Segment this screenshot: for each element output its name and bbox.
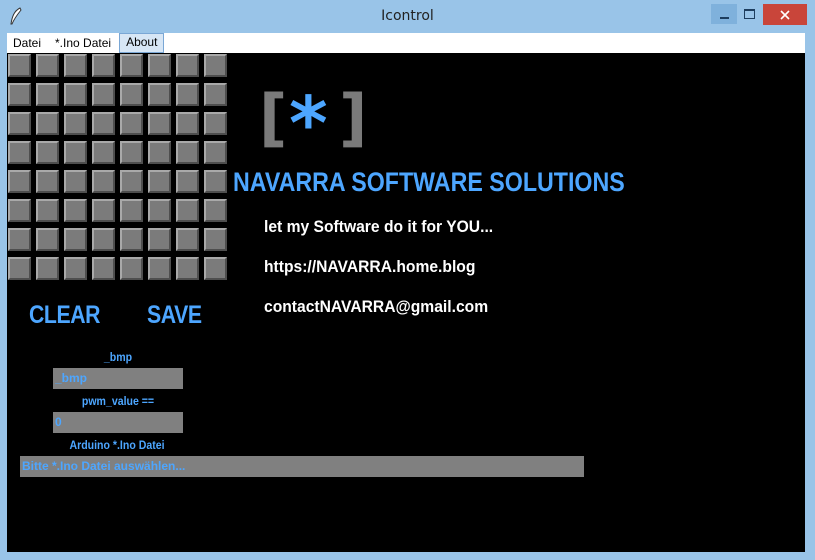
menu-datei[interactable]: Datei	[7, 34, 47, 52]
ino-file-input[interactable]	[20, 456, 584, 477]
led-cell[interactable]	[8, 257, 31, 280]
led-cell[interactable]	[64, 54, 87, 77]
bmp-input[interactable]	[53, 368, 183, 389]
led-cell[interactable]	[120, 257, 143, 280]
led-cell[interactable]	[120, 199, 143, 222]
ino-label: Arduino *.Ino Datei	[69, 438, 165, 452]
led-cell[interactable]	[36, 141, 59, 164]
led-cell[interactable]	[148, 170, 171, 193]
led-cell[interactable]	[64, 112, 87, 135]
led-cell[interactable]	[64, 257, 87, 280]
led-cell[interactable]	[92, 170, 115, 193]
email-address: contactNAVARRA@gmail.com	[264, 297, 489, 316]
led-cell[interactable]	[204, 199, 227, 222]
led-cell[interactable]	[36, 112, 59, 135]
save-button[interactable]: SAVE	[147, 301, 202, 330]
led-cell[interactable]	[36, 83, 59, 106]
led-cell[interactable]	[120, 170, 143, 193]
led-cell[interactable]	[148, 112, 171, 135]
led-cell[interactable]	[176, 141, 199, 164]
minimize-icon	[719, 17, 729, 19]
website-link: https://NAVARRA.home.blog	[264, 257, 476, 276]
clear-button[interactable]: CLEAR	[29, 301, 100, 330]
led-cell[interactable]	[8, 54, 31, 77]
led-cell[interactable]	[64, 170, 87, 193]
led-cell[interactable]	[36, 170, 59, 193]
menu-ino-datei[interactable]: *.Ino Datei	[49, 34, 117, 52]
led-cell[interactable]	[120, 83, 143, 106]
logo-bracket-open: [	[259, 81, 288, 154]
led-cell[interactable]	[8, 170, 31, 193]
led-cell[interactable]	[148, 199, 171, 222]
logo-star: *	[289, 81, 328, 167]
title-bar[interactable]: Icontrol	[0, 0, 815, 33]
led-cell[interactable]	[92, 199, 115, 222]
led-cell[interactable]	[92, 257, 115, 280]
led-cell[interactable]	[92, 228, 115, 251]
menu-about[interactable]: About	[119, 33, 165, 53]
led-cell[interactable]	[204, 257, 227, 280]
app-window: Icontrol Datei *.Ino Datei About CLEAR S…	[0, 0, 815, 560]
maximize-icon	[743, 9, 755, 19]
close-button[interactable]	[763, 4, 807, 25]
led-cell[interactable]	[204, 83, 227, 106]
logo-bracket-close: ]	[339, 81, 368, 154]
led-cell[interactable]	[204, 112, 227, 135]
maximize-button[interactable]	[737, 4, 761, 24]
led-cell[interactable]	[176, 199, 199, 222]
led-cell[interactable]	[36, 199, 59, 222]
led-cell[interactable]	[148, 228, 171, 251]
led-cell[interactable]	[204, 54, 227, 77]
led-cell[interactable]	[148, 257, 171, 280]
pwm-label: pwm_value ==	[81, 394, 155, 408]
company-name: NAVARRA SOFTWARE SOLUTIONS	[233, 167, 625, 197]
led-cell[interactable]	[120, 112, 143, 135]
led-cell[interactable]	[8, 112, 31, 135]
window-title: Icontrol	[381, 8, 434, 24]
led-cell[interactable]	[148, 83, 171, 106]
led-cell[interactable]	[64, 228, 87, 251]
minimize-button[interactable]	[711, 4, 737, 24]
led-cell[interactable]	[92, 141, 115, 164]
led-cell[interactable]	[204, 228, 227, 251]
led-cell[interactable]	[204, 141, 227, 164]
led-cell[interactable]	[64, 141, 87, 164]
led-cell[interactable]	[176, 54, 199, 77]
led-cell[interactable]	[176, 228, 199, 251]
led-cell[interactable]	[120, 228, 143, 251]
led-cell[interactable]	[176, 257, 199, 280]
close-icon	[780, 9, 790, 20]
led-cell[interactable]	[92, 83, 115, 106]
led-cell[interactable]	[92, 54, 115, 77]
pwm-input[interactable]	[53, 412, 183, 433]
led-cell[interactable]	[64, 83, 87, 106]
tagline: let my Software do it for YOU...	[264, 217, 494, 236]
main-canvas: CLEAR SAVE _bmp pwm_value == Arduino *.I…	[7, 53, 805, 552]
led-cell[interactable]	[176, 83, 199, 106]
led-cell[interactable]	[36, 257, 59, 280]
led-cell[interactable]	[8, 141, 31, 164]
led-cell[interactable]	[36, 54, 59, 77]
led-cell[interactable]	[36, 228, 59, 251]
led-cell[interactable]	[8, 83, 31, 106]
led-cell[interactable]	[92, 112, 115, 135]
led-cell[interactable]	[120, 141, 143, 164]
led-cell[interactable]	[176, 170, 199, 193]
led-cell[interactable]	[64, 199, 87, 222]
menu-bar: Datei *.Ino Datei About	[7, 33, 805, 53]
led-cell[interactable]	[204, 170, 227, 193]
bmp-label: _bmp	[103, 350, 133, 364]
led-cell[interactable]	[148, 141, 171, 164]
led-cell[interactable]	[176, 112, 199, 135]
led-cell[interactable]	[8, 228, 31, 251]
led-cell[interactable]	[8, 199, 31, 222]
led-cell[interactable]	[148, 54, 171, 77]
led-cell[interactable]	[120, 54, 143, 77]
